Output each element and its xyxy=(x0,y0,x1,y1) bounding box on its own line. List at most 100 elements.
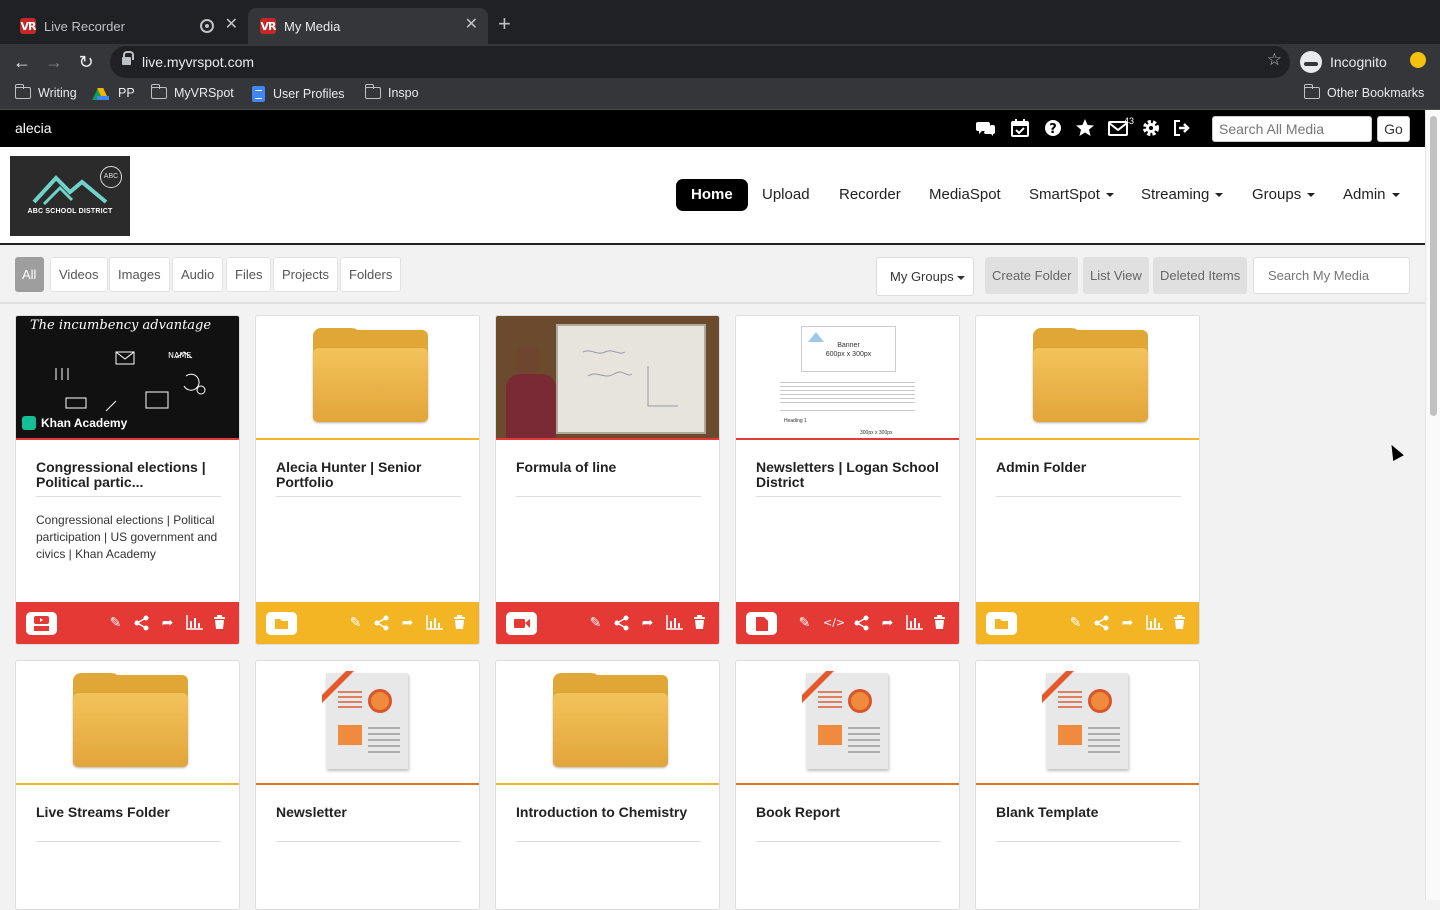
media-title[interactable]: Newsletter xyxy=(276,805,461,820)
new-tab-button[interactable]: + xyxy=(498,13,511,35)
scrollbar-thumb[interactable] xyxy=(1430,116,1437,416)
nav-groups[interactable]: Groups xyxy=(1252,179,1316,211)
embed-code-icon[interactable]: </> xyxy=(823,614,845,632)
edit-icon[interactable]: ✎ xyxy=(348,614,363,632)
district-logo[interactable]: ABC ABC SCHOOL DISTRICT xyxy=(10,156,130,236)
media-title[interactable]: Blank Template xyxy=(996,805,1181,820)
filter-all[interactable]: All xyxy=(15,257,44,292)
filter-projects[interactable]: Projects xyxy=(273,257,338,292)
share-icon[interactable] xyxy=(614,614,629,632)
nav-upload[interactable]: Upload xyxy=(762,179,810,211)
search-all-media-input[interactable] xyxy=(1212,116,1372,142)
analytics-icon[interactable] xyxy=(906,614,923,632)
media-card[interactable]: Admin Folder ✎ ➦ xyxy=(975,315,1200,645)
media-title[interactable]: Newsletters | Logan School District xyxy=(756,460,941,490)
edit-icon[interactable]: ✎ xyxy=(1068,614,1083,632)
media-thumbnail[interactable] xyxy=(16,661,239,783)
edit-icon[interactable]: ✎ xyxy=(108,614,123,632)
filter-images[interactable]: Images xyxy=(109,257,170,292)
media-title[interactable]: Book Report xyxy=(756,805,941,820)
other-bookmarks[interactable]: Other Bookmarks xyxy=(1303,84,1424,100)
incognito-indicator[interactable]: Incognito xyxy=(1300,48,1387,76)
share-icon[interactable] xyxy=(374,614,389,632)
media-card[interactable]: Introduction to Chemistry xyxy=(495,660,720,910)
share-icon[interactable] xyxy=(134,614,149,632)
bookmark-inspo[interactable]: Inspo xyxy=(364,84,419,100)
delete-icon[interactable] xyxy=(692,614,707,632)
bookmark-pp[interactable]: PP xyxy=(92,86,135,100)
logout-icon[interactable] xyxy=(1172,118,1192,138)
forward-icon[interactable]: ➦ xyxy=(1120,614,1135,632)
back-icon[interactable]: ← xyxy=(10,50,34,74)
tab-my-media[interactable]: VR My Media ✕ xyxy=(248,8,488,44)
filter-videos[interactable]: Videos xyxy=(50,257,108,292)
nav-home[interactable]: Home xyxy=(676,179,748,211)
help-icon[interactable]: ? xyxy=(1043,118,1063,138)
filter-audio[interactable]: Audio xyxy=(172,257,224,292)
media-thumbnail[interactable] xyxy=(496,661,719,783)
delete-icon[interactable] xyxy=(212,614,227,632)
media-card[interactable]: Book Report xyxy=(735,660,960,910)
extension-icon[interactable] xyxy=(1410,52,1426,68)
address-bar[interactable]: live.myvrspot.com ☆ xyxy=(110,46,1290,78)
create-folder-button[interactable]: Create Folder xyxy=(985,257,1079,294)
page-scrollbar[interactable] xyxy=(1425,110,1440,900)
nav-mediaspot[interactable]: MediaSpot xyxy=(929,179,1001,211)
forward-icon[interactable]: ➦ xyxy=(160,614,175,632)
chat-icon[interactable] xyxy=(976,118,996,138)
edit-icon[interactable]: ✎ xyxy=(797,614,812,632)
media-thumbnail[interactable]: The incumbency advantage NAME Khan Acade… xyxy=(16,316,239,438)
gear-icon[interactable] xyxy=(1141,118,1161,138)
media-card[interactable]: Live Streams Folder xyxy=(15,660,240,910)
filter-files[interactable]: Files xyxy=(226,257,272,292)
bookmark-star-icon[interactable]: ☆ xyxy=(1267,50,1282,70)
nav-recorder[interactable]: Recorder xyxy=(839,179,901,211)
forward-icon[interactable]: → xyxy=(42,50,66,74)
media-card[interactable]: Formula of line ✎ ➦ xyxy=(495,315,720,645)
media-title[interactable]: Admin Folder xyxy=(996,460,1181,475)
media-title[interactable]: Formula of line xyxy=(516,460,701,475)
media-card[interactable]: Alecia Hunter | Senior Portfolio ✎ ➦ xyxy=(255,315,480,645)
media-card[interactable]: Blank Template xyxy=(975,660,1200,910)
media-title[interactable]: Congressional elections | Political part… xyxy=(36,460,221,490)
media-thumbnail[interactable] xyxy=(736,661,959,783)
calendar-icon[interactable] xyxy=(1010,118,1030,138)
delete-icon[interactable] xyxy=(1172,614,1187,632)
deleted-items-button[interactable]: Deleted Items xyxy=(1153,257,1248,294)
media-title[interactable]: Alecia Hunter | Senior Portfolio xyxy=(276,460,461,490)
media-thumbnail[interactable] xyxy=(976,661,1199,783)
analytics-icon[interactable] xyxy=(666,614,683,632)
analytics-icon[interactable] xyxy=(186,614,203,632)
media-thumbnail[interactable] xyxy=(496,316,719,438)
forward-icon[interactable]: ➦ xyxy=(880,614,895,632)
media-thumbnail[interactable] xyxy=(256,316,479,438)
bookmark-myvrspot[interactable]: MyVRSpot xyxy=(150,84,234,100)
forward-icon[interactable]: ➦ xyxy=(400,614,415,632)
media-title[interactable]: Live Streams Folder xyxy=(36,805,221,820)
share-icon[interactable] xyxy=(1094,614,1109,632)
media-thumbnail[interactable] xyxy=(976,316,1199,438)
edit-icon[interactable]: ✎ xyxy=(588,614,603,632)
close-tab-icon[interactable]: ✕ xyxy=(225,17,238,33)
bookmark-writing[interactable]: Writing xyxy=(14,84,77,100)
go-button[interactable]: Go xyxy=(1377,116,1410,142)
search-my-media-input[interactable] xyxy=(1253,257,1410,294)
media-card[interactable]: Banner 600px x 300px Heading 1 300px x 3… xyxy=(735,315,960,645)
nav-admin[interactable]: Admin xyxy=(1343,179,1400,211)
bookmark-user-profiles[interactable]: User Profiles xyxy=(252,86,345,102)
my-groups-dropdown[interactable]: My Groups xyxy=(876,257,974,296)
delete-icon[interactable] xyxy=(932,614,947,632)
media-card[interactable]: Newsletter xyxy=(255,660,480,910)
tab-live-recorder[interactable]: VR Live Recorder ✕ xyxy=(8,8,248,44)
media-title[interactable]: Introduction to Chemistry xyxy=(516,805,701,820)
analytics-icon[interactable] xyxy=(426,614,443,632)
media-thumbnail[interactable] xyxy=(256,661,479,783)
filter-folders[interactable]: Folders xyxy=(340,257,402,292)
username[interactable]: alecia xyxy=(15,120,52,136)
share-icon[interactable] xyxy=(854,614,869,632)
nav-smartspot[interactable]: SmartSpot xyxy=(1029,179,1114,211)
reload-icon[interactable]: ↻ xyxy=(74,50,98,74)
forward-icon[interactable]: ➦ xyxy=(640,614,655,632)
media-thumbnail[interactable]: Banner 600px x 300px Heading 1 300px x 3… xyxy=(736,316,959,438)
delete-icon[interactable] xyxy=(452,614,467,632)
